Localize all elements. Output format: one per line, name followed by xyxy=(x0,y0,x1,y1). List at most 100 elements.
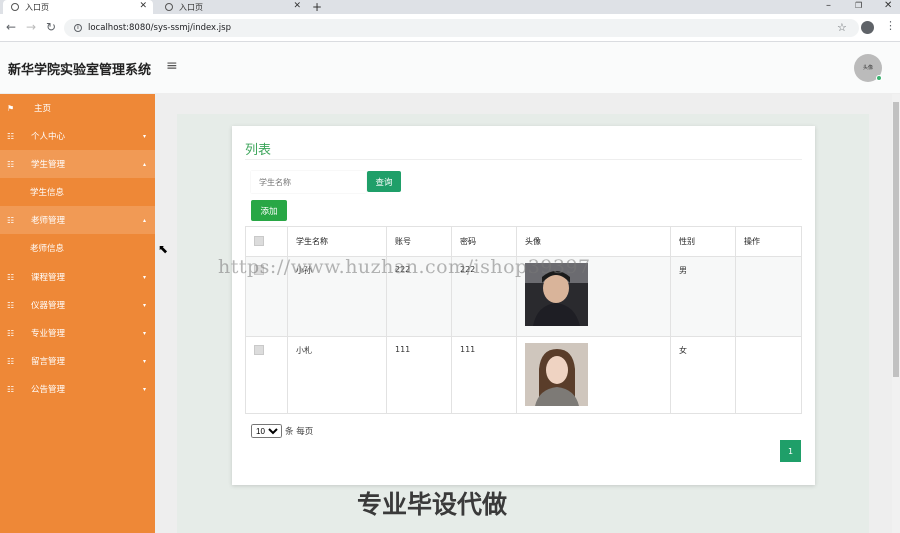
url-field[interactable]: i localhost:8080/sys-ssmj/index.jsp xyxy=(64,19,859,37)
column-header: 性别 xyxy=(670,226,736,257)
back-arrow-icon[interactable]: ← xyxy=(6,20,16,34)
chevron-down-icon: ▾ xyxy=(142,301,146,309)
sidebar-subitem-student-info[interactable]: 学生信息 xyxy=(0,178,155,206)
student-table: 学生名称 账号 密码 头像 性别 操作 小孙 222 222 男 小札 111 … xyxy=(245,226,802,414)
select-all-cell xyxy=(245,226,288,257)
close-icon[interactable]: ✕ xyxy=(139,1,147,11)
bookmark-star-icon[interactable]: ☆ xyxy=(837,21,847,34)
sidebar-item-home[interactable]: ⚑ 主页 xyxy=(0,94,155,122)
chevron-down-icon: ▾ xyxy=(142,385,146,393)
student-name-search-input[interactable] xyxy=(251,171,366,193)
row-checkbox-cell xyxy=(245,336,288,414)
sidebar-item-label: 公告管理 xyxy=(31,385,66,395)
page-size-control: 10 条 每页 xyxy=(251,424,313,438)
sidebar-item-major-management[interactable]: ☷ 专业管理 ▾ xyxy=(0,319,155,347)
grid-icon: ☷ xyxy=(7,272,15,282)
chevron-down-icon: ▾ xyxy=(142,329,146,337)
sidebar-item-label: 个人中心 xyxy=(31,132,66,142)
sidebar-item-personal-center[interactable]: ☷ 个人中心 ▾ xyxy=(0,122,155,150)
browser-tab-2[interactable]: 入口页 ✕ xyxy=(157,0,307,14)
list-card: 列表 查询 添加 学生名称 账号 密码 头像 性别 操作 小孙 222 222 xyxy=(232,126,815,485)
column-header: 密码 xyxy=(451,226,517,257)
browser-tab-title: 入口页 xyxy=(179,2,203,12)
scrollbar-thumb[interactable] xyxy=(893,102,899,377)
search-button[interactable]: 查询 xyxy=(367,171,401,192)
add-button[interactable]: 添加 xyxy=(251,200,287,221)
grid-icon: ☷ xyxy=(7,328,15,338)
sidebar-item-message-management[interactable]: ☷ 留言管理 ▾ xyxy=(0,347,155,375)
url-text: localhost:8080/sys-ssmj/index.jsp xyxy=(88,23,231,33)
grid-icon: ☷ xyxy=(7,159,15,169)
gender-cell: 男 xyxy=(670,256,736,337)
column-header: 头像 xyxy=(516,226,671,257)
browser-tab-1[interactable]: 入口页 ✕ xyxy=(3,0,153,14)
chevron-up-icon: ▴ xyxy=(142,160,146,168)
student-photo xyxy=(525,343,588,406)
new-tab-button[interactable]: + xyxy=(312,0,322,14)
sidebar-item-course-management[interactable]: ☷ 课程管理 ▾ xyxy=(0,263,155,291)
sidebar-item-label: 老师信息 xyxy=(30,244,65,254)
browser-tabbar: 入口页 ✕ 入口页 ✕ + – ❐ ✕ xyxy=(0,0,900,14)
hamburger-menu-icon[interactable]: ≡ xyxy=(166,58,178,74)
sidebar-subitem-teacher-info[interactable]: 老师信息 xyxy=(0,234,155,262)
column-header: 账号 xyxy=(386,226,452,257)
chevron-down-icon: ▾ xyxy=(142,132,146,140)
avatar-text: 头像 xyxy=(862,65,873,71)
sidebar-item-label: 主页 xyxy=(34,104,52,114)
online-status-dot xyxy=(876,75,882,81)
sidebar: ⚑ 主页 ☷ 个人中心 ▾ ☷ 学生管理 ▴ 学生信息 ☷ 老师管理 ▴ 老师信… xyxy=(0,94,155,533)
chevron-down-icon: ▾ xyxy=(142,357,146,365)
forward-arrow-icon[interactable]: → xyxy=(26,20,36,34)
sidebar-item-student-management[interactable]: ☷ 学生管理 ▴ xyxy=(0,150,155,178)
card-title: 列表 xyxy=(245,143,272,158)
reload-icon[interactable]: ↻ xyxy=(46,20,56,34)
sidebar-item-label: 仪器管理 xyxy=(31,301,66,311)
info-icon[interactable]: i xyxy=(74,24,82,32)
account-cell: 111 xyxy=(386,336,452,414)
grid-icon: ☷ xyxy=(7,356,15,366)
window-close-button[interactable]: ✕ xyxy=(884,0,892,12)
slogan-watermark: 专业毕设代做 xyxy=(357,490,508,519)
avatar-cell xyxy=(516,336,671,414)
sidebar-item-announcement-management[interactable]: ☷ 公告管理 ▾ xyxy=(0,375,155,403)
avatar[interactable]: 头像 xyxy=(854,54,882,82)
app-header: 新华学院实验室管理系统 ≡ 头像 xyxy=(0,42,900,94)
column-header: 操作 xyxy=(735,226,802,257)
actions-cell xyxy=(735,336,802,414)
grid-icon: ☷ xyxy=(7,215,15,225)
pagination-page-button[interactable]: 1 xyxy=(780,440,801,462)
divider xyxy=(245,159,802,160)
sidebar-item-label: 老师管理 xyxy=(31,216,66,226)
url-watermark: https://www.huzhan.com/ishop39397 xyxy=(218,256,591,278)
mouse-cursor-icon: ⬉ xyxy=(158,242,169,256)
browser-menu-icon[interactable]: ⋮ xyxy=(885,19,896,32)
address-bar: ← → ↻ i localhost:8080/sys-ssmj/index.js… xyxy=(0,14,900,42)
restore-button[interactable]: ❐ xyxy=(855,0,862,12)
select-all-checkbox[interactable] xyxy=(254,235,264,246)
row-checkbox[interactable] xyxy=(254,345,264,355)
globe-icon xyxy=(11,3,19,11)
page-size-suffix: 条 每页 xyxy=(285,427,314,437)
browser-profile-icon[interactable] xyxy=(861,21,874,34)
sidebar-item-label: 学生信息 xyxy=(30,188,65,198)
chevron-down-icon: ▾ xyxy=(142,273,146,281)
close-icon[interactable]: ✕ xyxy=(293,1,301,11)
grid-icon: ☷ xyxy=(7,300,15,310)
sidebar-item-label: 学生管理 xyxy=(31,160,66,170)
table-header-row: 学生名称 账号 密码 头像 性别 操作 xyxy=(245,226,802,257)
globe-icon xyxy=(165,3,173,11)
student-name-cell: 小札 xyxy=(287,336,387,414)
sidebar-item-teacher-management[interactable]: ☷ 老师管理 ▴ xyxy=(0,206,155,234)
column-header: 学生名称 xyxy=(287,226,387,257)
sidebar-item-instrument-management[interactable]: ☷ 仪器管理 ▾ xyxy=(0,291,155,319)
actions-cell xyxy=(735,256,802,337)
page-size-select[interactable]: 10 xyxy=(251,424,282,438)
table-row: 小札 111 111 女 xyxy=(245,336,802,414)
sidebar-item-label: 留言管理 xyxy=(31,357,66,367)
sidebar-item-label: 专业管理 xyxy=(31,329,66,339)
minimize-button[interactable]: – xyxy=(826,0,831,12)
flag-icon: ⚑ xyxy=(7,103,15,113)
chevron-up-icon: ▴ xyxy=(142,216,146,224)
grid-icon: ☷ xyxy=(7,131,15,141)
app-title: 新华学院实验室管理系统 xyxy=(8,63,152,78)
